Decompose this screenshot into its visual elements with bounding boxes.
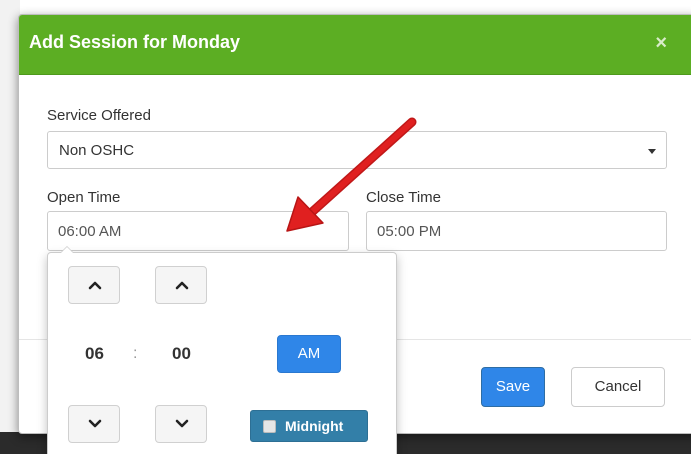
close-icon[interactable]: × [655,33,667,53]
chevron-up-icon [175,281,189,290]
minute-decrement-button[interactable] [155,405,207,443]
service-offered-select[interactable]: Non OSHC [47,131,667,169]
close-time-input[interactable]: 05:00 PM [366,211,667,251]
service-offered-value: Non OSHC [59,142,135,159]
modal-header: Add Session for Monday × [19,15,691,75]
open-time-value: 06:00 AM [58,223,122,240]
midnight-toggle-button[interactable]: Midnight [250,410,368,442]
midnight-label: Midnight [285,418,344,434]
save-button[interactable]: Save [481,367,545,407]
hour-increment-button[interactable] [68,266,120,304]
checkbox-icon [263,420,276,433]
chevron-down-icon [175,419,189,428]
cancel-button[interactable]: Cancel [571,367,665,407]
modal-title: Add Session for Monday [29,32,241,52]
close-time-label: Close Time [366,189,442,206]
chevron-down-icon [88,419,102,428]
close-time-value: 05:00 PM [377,223,442,240]
backdrop-left-edge [0,0,20,454]
minute-value[interactable]: 00 [172,344,191,364]
service-offered-label: Service Offered [47,107,151,124]
picker-pointer-inner [61,247,73,253]
hour-decrement-button[interactable] [68,405,120,443]
open-time-label: Open Time [47,189,121,206]
minute-increment-button[interactable] [155,266,207,304]
meridiem-toggle-button[interactable]: AM [277,335,341,373]
time-picker-dropdown: 06 : 00 AM Midnight [47,246,397,454]
open-time-input[interactable]: 06:00 AM [47,211,349,251]
dropdown-caret-icon [648,149,656,154]
time-separator: : [133,345,138,362]
hour-value[interactable]: 06 [85,344,104,364]
chevron-up-icon [88,281,102,290]
